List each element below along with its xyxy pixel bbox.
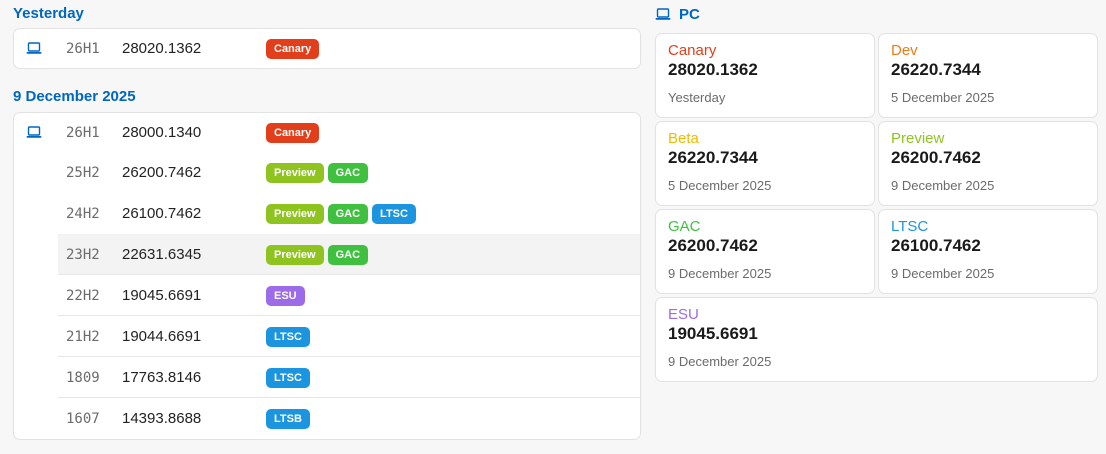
channel-badge-canary[interactable]: Canary: [266, 122, 320, 143]
channel-name: LTSC: [891, 218, 929, 235]
channel-badges: Canary: [266, 38, 320, 59]
group-heading-yesterday: Yesterday: [13, 5, 84, 22]
channel-name: Preview: [891, 130, 945, 147]
release-group-card: 26H1 28020.1362 Canary: [13, 28, 641, 69]
channel-date: Yesterday: [668, 90, 726, 105]
channel-name: Beta: [668, 130, 699, 147]
build-number: 26200.7462: [122, 164, 202, 181]
build-number: 28020.1362: [122, 40, 202, 57]
build-number: 19045.6691: [122, 287, 202, 304]
channel-date: 9 December 2025: [668, 354, 772, 369]
release-row[interactable]: 1607 14393.8688 LTSB: [14, 397, 640, 439]
release-row[interactable]: 25H2 26200.7462 Preview GAC: [14, 152, 640, 193]
release-version: 24H2: [66, 205, 100, 222]
release-version: 26H1: [66, 124, 100, 141]
channel-name: Dev: [891, 42, 918, 59]
build-number: 14393.8688: [122, 410, 202, 427]
release-version: 1809: [66, 369, 100, 386]
laptop-icon: [14, 42, 54, 55]
release-version: 21H2: [66, 328, 100, 345]
channel-tile-gac[interactable]: GAC 26200.7462 9 December 2025: [655, 209, 875, 294]
channel-tile-canary[interactable]: Canary 28020.1362 Yesterday: [655, 33, 875, 118]
channel-badge-canary[interactable]: Canary: [266, 38, 320, 59]
channel-date: 5 December 2025: [891, 90, 995, 105]
release-version: 23H2: [66, 246, 100, 263]
channel-build: 26200.7462: [668, 236, 758, 255]
channel-badges: LTSC: [266, 367, 310, 388]
channel-tile-dev[interactable]: Dev 26220.7344 5 December 2025: [878, 33, 1098, 118]
channel-name: GAC: [668, 218, 701, 235]
group-heading-9-december-2025: 9 December 2025: [13, 88, 136, 105]
channel-badge-gac[interactable]: GAC: [327, 162, 369, 183]
channel-build: 28020.1362: [668, 60, 758, 79]
channel-build: 26200.7462: [891, 148, 981, 167]
release-row[interactable]: 24H2 26100.7462 Preview GAC LTSC: [14, 193, 640, 234]
channel-badge-preview[interactable]: Preview: [266, 162, 324, 183]
channel-build: 26100.7462: [891, 236, 981, 255]
channel-name: Canary: [668, 42, 717, 59]
channel-date: 9 December 2025: [668, 266, 772, 281]
channel-tile-beta[interactable]: Beta 26220.7344 5 December 2025: [655, 121, 875, 206]
channel-date: 5 December 2025: [668, 178, 772, 193]
channel-build: 26220.7344: [668, 148, 758, 167]
channel-badge-esu[interactable]: ESU: [266, 285, 305, 306]
channel-badge-ltsc[interactable]: LTSC: [372, 203, 416, 224]
pc-heading: PC: [655, 0, 1099, 28]
channel-tile-esu[interactable]: ESU 19045.6691 9 December 2025: [655, 297, 1098, 382]
release-row[interactable]: 26H1 28000.1340 Canary: [14, 113, 640, 152]
laptop-icon: [14, 126, 54, 139]
release-row[interactable]: 22H2 19045.6691 ESU: [14, 274, 640, 316]
channel-badges: LTSC: [266, 326, 310, 347]
channel-badges: LTSB: [266, 408, 310, 429]
release-row[interactable]: 23H2 22631.6345 Preview GAC: [58, 234, 640, 275]
release-version: 26H1: [66, 40, 100, 57]
channel-tile-ltsc[interactable]: LTSC 26100.7462 9 December 2025: [878, 209, 1098, 294]
channel-name: ESU: [668, 306, 699, 323]
laptop-icon: [655, 7, 671, 21]
channel-badge-ltsb[interactable]: LTSB: [266, 408, 310, 429]
channel-tile-preview[interactable]: Preview 26200.7462 9 December 2025: [878, 121, 1098, 206]
build-number: 17763.8146: [122, 369, 202, 386]
channel-badge-gac[interactable]: GAC: [327, 203, 369, 224]
channel-badges: ESU: [266, 285, 305, 306]
pc-heading-label: PC: [679, 5, 700, 23]
channel-badge-ltsc[interactable]: LTSC: [266, 326, 310, 347]
release-row[interactable]: 26H1 28020.1362 Canary: [14, 29, 640, 68]
channel-date: 9 December 2025: [891, 178, 995, 193]
channel-badges: Canary: [266, 122, 320, 143]
release-version: 25H2: [66, 164, 100, 181]
build-number: 22631.6345: [122, 246, 202, 263]
channel-badges: Preview GAC: [266, 244, 369, 265]
channel-badge-preview[interactable]: Preview: [266, 203, 324, 224]
release-row[interactable]: 1809 17763.8146 LTSC: [14, 356, 640, 398]
channel-badges: Preview GAC: [266, 162, 369, 183]
release-row[interactable]: 21H2 19044.6691 LTSC: [14, 315, 640, 357]
build-number: 26100.7462: [122, 205, 202, 222]
channel-badge-preview[interactable]: Preview: [266, 244, 324, 265]
release-group-card: 26H1 28000.1340 Canary 25H2 26200.7462 Previe…: [13, 112, 641, 440]
build-number: 19044.6691: [122, 328, 202, 345]
release-version: 1607: [66, 410, 100, 427]
channel-badges: Preview GAC LTSC: [266, 203, 416, 224]
build-number: 28000.1340: [122, 124, 202, 141]
release-version: 22H2: [66, 287, 100, 304]
channel-build: 26220.7344: [891, 60, 981, 79]
channel-badge-ltsc[interactable]: LTSC: [266, 367, 310, 388]
release-feed: Yesterday 26H1 28020.1362 Canary 9 Decembe…: [13, 0, 641, 440]
pc-panel: PC Canary 28020.1362 Yesterday Dev 26220.734…: [655, 0, 1099, 382]
channel-badge-gac[interactable]: GAC: [327, 244, 369, 265]
channel-build: 19045.6691: [668, 324, 758, 343]
channel-grid: Canary 28020.1362 Yesterday Dev 26220.7344 5 …: [655, 33, 1099, 382]
channel-date: 9 December 2025: [891, 266, 995, 281]
